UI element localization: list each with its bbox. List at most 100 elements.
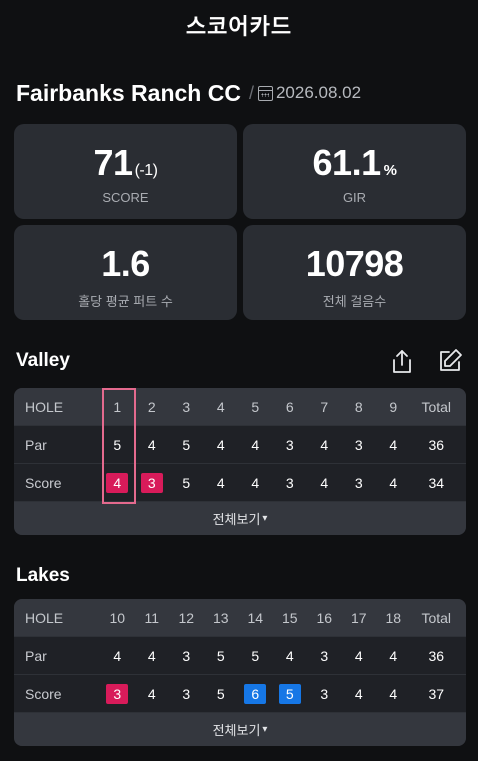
- par-cell: 4: [354, 647, 363, 664]
- putts-value: 1.6: [101, 243, 150, 284]
- stat-steps: 10798 전체 걸음수: [243, 225, 466, 320]
- score-cell: 3: [320, 685, 329, 702]
- score-value: 71: [93, 142, 134, 183]
- stat-putts: 1.6 홀당 평균 퍼트 수: [14, 225, 237, 320]
- table-row: HOLE 1 2 3 4 5 6 7 8 9 Total: [14, 388, 466, 426]
- par-total: 36: [428, 436, 445, 453]
- par-total: 36: [428, 647, 445, 664]
- header-cell: 12: [178, 609, 195, 626]
- score-cell: 5: [273, 683, 308, 704]
- header-cell: 7: [320, 398, 329, 415]
- table-row: Score 3 4 3 5 6 5 3 4 4 37: [14, 675, 466, 713]
- putts-label: 홀당 평균 퍼트 수: [78, 294, 173, 309]
- score-total: 34: [428, 474, 445, 491]
- header-cell: 5: [251, 398, 260, 415]
- score-cell: 3: [135, 472, 170, 493]
- stat-score: 71 (-1) SCORE: [14, 124, 237, 219]
- header-cell: 4: [216, 398, 225, 415]
- lakes-view-all-button[interactable]: 전체보기 ▾: [14, 713, 466, 746]
- header-cell: 18: [385, 609, 402, 626]
- gir-value: 61.1: [312, 142, 382, 183]
- header-row-label: HOLE: [25, 609, 64, 626]
- date-text: 2026.08.02: [275, 83, 362, 102]
- valley-view-all-button[interactable]: 전체보기 ▾: [14, 502, 466, 535]
- score-row-label: Score: [25, 474, 62, 491]
- header-row-label: HOLE: [25, 398, 64, 415]
- valley-title: Valley: [16, 350, 70, 371]
- par-cell: 5: [113, 436, 122, 453]
- header-cell: 8: [354, 398, 363, 415]
- valley-scorecard: HOLE 1 2 3 4 5 6 7 8 9 Total Par 5 4 5 4 4 3 4 3 4 36 Score 4…: [14, 388, 466, 535]
- par-cell: 4: [389, 647, 398, 664]
- par-cell: 5: [251, 647, 260, 664]
- score-cell: 4: [100, 472, 135, 493]
- score-cell: 5: [216, 685, 225, 702]
- par-row-label: Par: [25, 436, 47, 453]
- score-marker: 3: [140, 472, 163, 493]
- par-cell: 4: [285, 647, 294, 664]
- edit-icon[interactable]: [436, 347, 464, 375]
- header-total: Total: [421, 398, 452, 415]
- header-cell: 2: [147, 398, 156, 415]
- par-cell: 3: [354, 436, 363, 453]
- score-cell: 4: [251, 474, 260, 491]
- score-cell: 3: [354, 474, 363, 491]
- app-header: 스코어카드: [0, 0, 478, 50]
- par-cell: 4: [147, 436, 156, 453]
- separator: /: [248, 82, 254, 103]
- par-cell: 3: [320, 647, 329, 664]
- score-cell: 4: [354, 685, 363, 702]
- score-cell: 4: [216, 474, 225, 491]
- calendar-icon: [257, 85, 273, 101]
- header-cell: 3: [182, 398, 191, 415]
- score-row-label: Score: [25, 685, 62, 702]
- gir-unit: %: [383, 162, 397, 179]
- table-row: HOLE 10 11 12 13 14 15 16 17 18 Total: [14, 599, 466, 637]
- header-total: Total: [421, 609, 452, 626]
- score-cell: 4: [320, 474, 329, 491]
- table-row: Score 4 3 5 4 4 3 4 3 4 34: [14, 464, 466, 502]
- score-cell: 5: [182, 474, 191, 491]
- score-cell: 3: [285, 474, 294, 491]
- header-cell: 14: [247, 609, 264, 626]
- par-cell: 5: [216, 647, 225, 664]
- score-marker: 6: [244, 683, 267, 704]
- stat-gir: 61.1% GIR: [243, 124, 466, 219]
- par-cell: 3: [182, 647, 191, 664]
- lakes-title: Lakes: [16, 565, 70, 586]
- par-cell: 4: [113, 647, 122, 664]
- header-cell: 10: [109, 609, 126, 626]
- score-to-par: (-1): [134, 162, 158, 179]
- score-marker: 5: [278, 683, 301, 704]
- header-cell: 9: [389, 398, 398, 415]
- score-cell: 3: [100, 683, 135, 704]
- share-icon[interactable]: [388, 348, 416, 376]
- score-cell: 3: [182, 685, 191, 702]
- par-cell: 5: [182, 436, 191, 453]
- par-cell: 4: [251, 436, 260, 453]
- score-cell: 4: [389, 474, 398, 491]
- page-title: 스코어카드: [185, 14, 293, 39]
- par-cell: 4: [320, 436, 329, 453]
- round-date: 2026.08.02: [257, 83, 362, 103]
- steps-value: 10798: [305, 243, 404, 284]
- score-label: SCORE: [102, 190, 149, 205]
- score-cell: 4: [389, 685, 398, 702]
- steps-label: 전체 걸음수: [322, 294, 387, 309]
- gir-label: GIR: [342, 190, 367, 205]
- score-cell: 6: [238, 683, 273, 704]
- table-row: Par 4 4 3 5 5 4 3 4 4 36: [14, 637, 466, 675]
- header-cell: 13: [212, 609, 229, 626]
- stats-grid: 71 (-1) SCORE 61.1% GIR 1.6 홀당 평균 퍼트 수 10…: [14, 124, 466, 320]
- header-cell: 6: [285, 398, 294, 415]
- header-cell: 1: [113, 398, 122, 415]
- score-marker: 3: [106, 683, 129, 704]
- par-row-label: Par: [25, 647, 47, 664]
- par-cell: 4: [216, 436, 225, 453]
- header-cell: 11: [144, 609, 160, 626]
- table-row: Par 5 4 5 4 4 3 4 3 4 36: [14, 426, 466, 464]
- chevron-down-icon: ▾: [262, 724, 268, 735]
- header-cell: 17: [350, 609, 367, 626]
- header-cell: 15: [281, 609, 298, 626]
- par-cell: 4: [389, 436, 398, 453]
